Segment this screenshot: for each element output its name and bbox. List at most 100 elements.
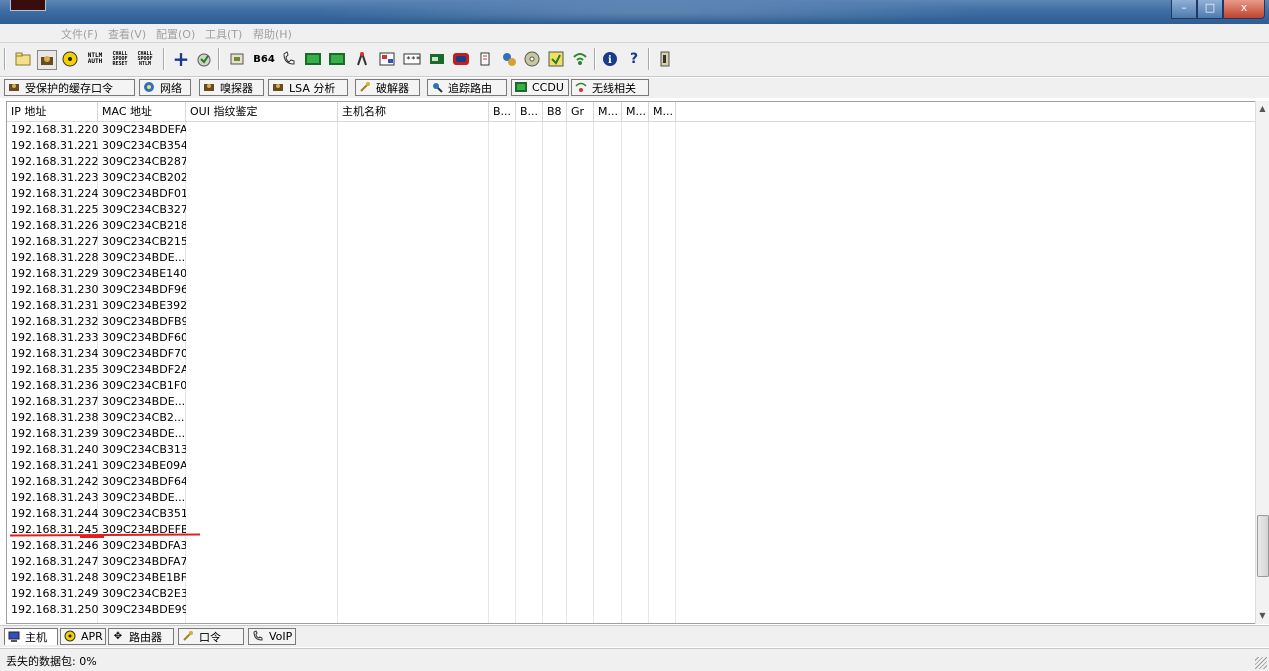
table-row[interactable]: 192.168.31.236 309C234CB1F0 (7, 378, 1256, 394)
tab-voip[interactable]: VoIP (248, 628, 296, 645)
table-row[interactable]: 192.168.31.245 309C234BDEFB (7, 522, 1256, 538)
password-icon[interactable]: *** (403, 50, 421, 68)
table-row[interactable]: 192.168.31.244 309C234CB351 (7, 506, 1256, 522)
table-row[interactable]: 192.168.31.242 309C234BDF64 (7, 474, 1256, 490)
table-row[interactable]: 192.168.31.241 309C234BE09A (7, 458, 1256, 474)
table-row[interactable]: 192.168.31.224 309C234BDF01 (7, 186, 1256, 202)
table-row[interactable]: 192.168.31.232 309C234BDFB9 (7, 314, 1256, 330)
ip-address-cell: 192.168.31.230 (11, 283, 98, 296)
wireless-icon[interactable] (304, 50, 322, 68)
menu-file[interactable]: 文件(F) (61, 26, 98, 42)
menu-tools[interactable]: 工具(T) (205, 26, 242, 42)
maximize-button[interactable]: □ (1197, 0, 1223, 19)
table-row[interactable]: 192.168.31.228 309C234BDE... (7, 250, 1256, 266)
cd-icon[interactable] (523, 50, 541, 68)
menu-config[interactable]: 配置(O) (156, 26, 195, 42)
table-row[interactable]: 192.168.31.238 309C234CB2... (7, 410, 1256, 426)
table-row[interactable]: 192.168.31.229 309C234BE140 (7, 266, 1256, 282)
app-icon[interactable] (10, 0, 46, 11)
col-mac-address[interactable]: MAC 地址 (98, 102, 186, 121)
router-icon[interactable] (452, 50, 470, 68)
col-oui-fingerprint[interactable]: OUI 指纹鉴定 (186, 102, 338, 121)
card-icon[interactable] (428, 50, 446, 68)
scroll-thumb[interactable] (1257, 515, 1269, 577)
table-row[interactable]: 192.168.31.239 309C234BDE... (7, 426, 1256, 442)
table-row[interactable]: 192.168.31.249 309C234CB2E3 (7, 586, 1256, 602)
scroll-down-icon[interactable]: ▼ (1256, 608, 1269, 624)
decoder-icon[interactable] (195, 50, 213, 68)
chall-spoof-ntlm-icon[interactable]: CHALL SPOOF NTLM (135, 50, 155, 68)
exit-icon[interactable] (656, 50, 674, 68)
mac-address-cell: 309C234BDF70 (102, 347, 186, 360)
sniffer-icon[interactable] (37, 50, 57, 70)
table-row[interactable]: 192.168.31.237 309C234BDE... (7, 394, 1256, 410)
table-row[interactable]: 192.168.31.247 309C234BDFA7 (7, 554, 1256, 570)
table-row[interactable]: 192.168.31.221 309C234CB354 (7, 138, 1256, 154)
table-row[interactable]: 192.168.31.243 309C234BDE... (7, 490, 1256, 506)
tab-ccdu[interactable]: CCDU (511, 79, 569, 96)
table-row[interactable]: 192.168.31.222 309C234CB287 (7, 154, 1256, 170)
tab-label: 口令 (199, 630, 221, 644)
menu-help[interactable]: 帮助(H) (253, 26, 292, 42)
minimize-button[interactable]: – (1171, 0, 1197, 19)
hash-icon[interactable] (547, 50, 565, 68)
network-icon[interactable] (353, 50, 371, 68)
table-row[interactable]: 192.168.31.220 309C234BDEFA (7, 122, 1256, 138)
close-button[interactable]: x (1223, 0, 1265, 19)
radiation-icon[interactable] (61, 50, 79, 68)
col-b2[interactable]: B... (516, 102, 543, 121)
ntlm-auth-icon[interactable]: NTLM AUTH (86, 50, 104, 68)
col-m2[interactable]: M... (622, 102, 649, 121)
tab-cracker[interactable]: 破解器 (355, 79, 420, 96)
col-hostname[interactable]: 主机名称 (338, 102, 489, 121)
certificate-icon[interactable] (228, 50, 246, 68)
info-icon[interactable]: i (601, 50, 619, 68)
scroll-up-icon[interactable]: ▲ (1256, 101, 1269, 117)
col-gr[interactable]: Gr (567, 102, 594, 121)
chall-spoof-reset-icon[interactable]: CHALL SPOOF RESET (110, 50, 130, 68)
tab-network[interactable]: 网络 (139, 79, 191, 96)
table-row[interactable]: 192.168.31.231 309C234BE392 (7, 298, 1256, 314)
help-icon[interactable]: ? (625, 50, 643, 68)
add-icon[interactable]: + (172, 47, 190, 71)
col-b8[interactable]: B8 (543, 102, 567, 121)
base64-icon[interactable]: B64 (253, 50, 275, 68)
table-row[interactable]: 192.168.31.227 309C234CB215 (7, 234, 1256, 250)
tab-hosts[interactable]: 主机 (4, 628, 58, 645)
tab-apr[interactable]: APR (60, 628, 106, 645)
tab-passwords[interactable]: 口令 (178, 628, 244, 645)
ip-address-cell: 192.168.31.247 (11, 555, 98, 568)
route-icon[interactable] (500, 50, 518, 68)
menu-view[interactable]: 查看(V) (108, 26, 146, 42)
lan-icon[interactable] (328, 50, 346, 68)
tab-protected-cache[interactable]: 受保护的缓存口令 (4, 79, 135, 96)
tab-sniffer[interactable]: 嗅探器 (199, 79, 264, 96)
col-ip-address[interactable]: IP 地址 (7, 102, 98, 121)
rsa-icon[interactable] (378, 50, 396, 68)
vertical-scrollbar[interactable]: ▲ ▼ (1255, 101, 1269, 624)
table-row[interactable]: 192.168.31.230 309C234BDF96 (7, 282, 1256, 298)
table-row[interactable]: 192.168.31.233 309C234BDF60 (7, 330, 1256, 346)
tab-lsa-analysis[interactable]: LSA 分析 (268, 79, 348, 96)
table-row[interactable]: 192.168.31.234 309C234BDF70 (7, 346, 1256, 362)
wifi-icon[interactable] (571, 50, 589, 68)
table-row[interactable]: 192.168.31.250 309C234BDE99 (7, 602, 1256, 618)
table-row[interactable]: 192.168.31.240 309C234CB313 (7, 442, 1256, 458)
table-row[interactable]: 192.168.31.223 309C234CB202 (7, 170, 1256, 186)
tab-router[interactable]: ✥ 路由器 (108, 628, 174, 645)
table-row[interactable]: 192.168.31.246 309C234BDFA3 (7, 538, 1256, 554)
open-folder-icon[interactable] (14, 50, 32, 68)
table-row[interactable]: 192.168.31.248 309C234BE1BF (7, 570, 1256, 586)
tab-wireless[interactable]: 无线相关 (571, 79, 649, 96)
table-row[interactable]: 192.168.31.235 309C234BDF2A (7, 362, 1256, 378)
tab-traceroute[interactable]: 追踪路由 (427, 79, 507, 96)
table-row[interactable]: 192.168.31.226 309C234CB218 (7, 218, 1256, 234)
col-m1[interactable]: M... (594, 102, 622, 121)
col-b1[interactable]: B... (489, 102, 516, 121)
voip-icon[interactable] (280, 50, 298, 68)
table-row[interactable]: 192.168.31.225 309C234CB327 (7, 202, 1256, 218)
mouse-icon[interactable] (476, 50, 494, 68)
resize-grip-icon[interactable] (1255, 657, 1267, 669)
col-m3[interactable]: M... (649, 102, 676, 121)
mac-address-cell: 309C234CB313 (102, 443, 186, 456)
